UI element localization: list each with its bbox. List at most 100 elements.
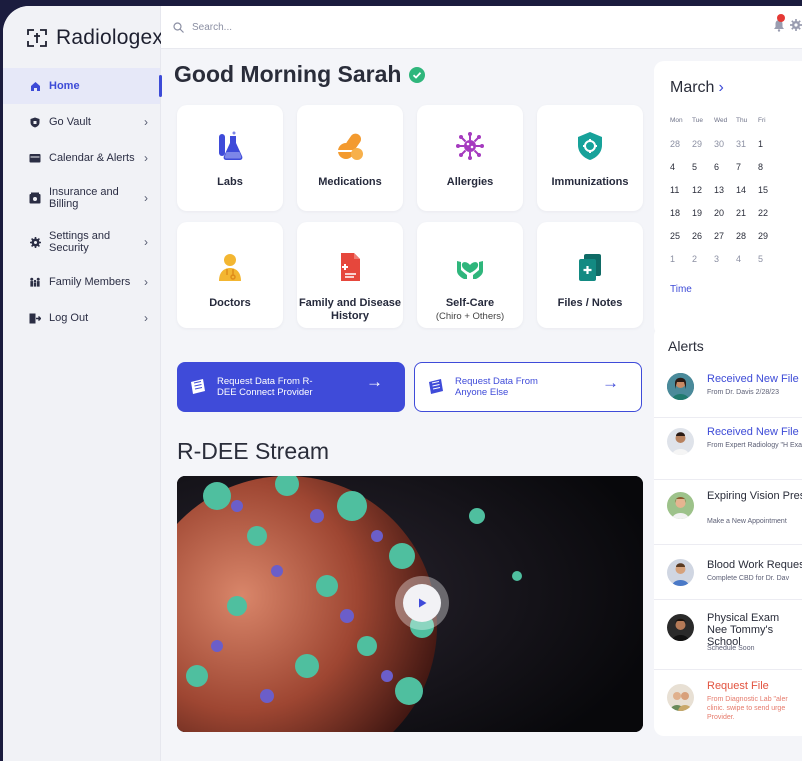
alert-title: Expiring Vision Pres 32 days. xyxy=(707,490,802,502)
calendar-day[interactable]: 22 xyxy=(758,208,780,218)
week-row: 18 19 20 21 22 xyxy=(670,201,780,224)
calendar-day[interactable]: 28 xyxy=(670,139,692,149)
sidebar-item-go-vault[interactable]: Go Vault › xyxy=(3,104,160,140)
calendar-day[interactable]: 20 xyxy=(714,208,736,218)
card-medications[interactable]: Medications xyxy=(297,105,403,211)
card-doctors[interactable]: Doctors xyxy=(177,222,283,328)
calendar-day[interactable]: 11 xyxy=(670,185,692,195)
calendar-day[interactable]: 18 xyxy=(670,208,692,218)
card-title: Doctors xyxy=(209,297,251,309)
alert-item[interactable]: Received New File From Dr. Davis 2/28/23 xyxy=(654,361,802,418)
calendar-day[interactable]: 3 xyxy=(714,254,736,264)
card-title: Immunizations xyxy=(551,176,629,188)
sidebar-item-insurance[interactable]: Insurance and Billing › xyxy=(3,176,160,220)
chevron-right-icon: › xyxy=(144,191,148,205)
calendar-day[interactable]: 13 xyxy=(714,185,736,195)
arrow-right-icon: → xyxy=(602,373,619,392)
play-button[interactable] xyxy=(395,576,449,630)
calendar-grid: Mon Tue Wed Thu Fri 28 29 30 31 1 4 5 6 … xyxy=(670,109,780,270)
video-player[interactable] xyxy=(177,476,643,732)
allergy-icon xyxy=(453,129,487,163)
sidebar-item-home[interactable]: Home xyxy=(3,68,162,104)
card-self-care[interactable]: Self-Care (Chiro + Others) xyxy=(417,222,523,328)
calendar-day[interactable]: 29 xyxy=(692,139,714,149)
card-family-history[interactable]: Family and Disease History xyxy=(297,222,403,328)
calendar-day[interactable]: 2 xyxy=(692,254,714,264)
calendar-day[interactable]: 29 xyxy=(758,231,780,241)
calendar-day[interactable]: 4 xyxy=(670,162,692,172)
calendar-day[interactable]: 1 xyxy=(670,254,692,264)
avatar xyxy=(667,428,694,455)
alert-title: Received New File xyxy=(707,426,799,438)
calendar-day[interactable]: 8 xyxy=(758,162,780,172)
calendar-day[interactable]: 7 xyxy=(736,162,758,172)
weekday-label: Fri xyxy=(758,117,766,124)
avatar xyxy=(667,614,694,641)
week-row: 4 5 6 7 8 xyxy=(670,155,780,178)
request-rdee-provider-button[interactable]: Request Data From R-DEE Connect Provider… xyxy=(177,362,405,412)
calendar-day[interactable]: 19 xyxy=(692,208,714,218)
calendar-day[interactable]: 28 xyxy=(736,231,758,241)
calendar-day[interactable]: 26 xyxy=(692,231,714,241)
gear-icon xyxy=(29,236,41,248)
document-stack-icon xyxy=(191,379,205,394)
calendar-day[interactable]: 12 xyxy=(692,185,714,195)
calendar-day[interactable]: 21 xyxy=(736,208,758,218)
card-immunizations[interactable]: Immunizations xyxy=(537,105,643,211)
alert-item[interactable]: Received New File From Expert Radiology … xyxy=(654,418,802,480)
alerts-title: Alerts xyxy=(668,338,704,354)
sidebar-item-logout[interactable]: Log Out › xyxy=(3,300,160,336)
calendar-month[interactable]: March › xyxy=(670,79,724,97)
card-title: Labs xyxy=(217,176,243,188)
alert-subtitle: From Dr. Davis 2/28/23 xyxy=(707,389,779,396)
calendar-icon xyxy=(29,152,41,164)
alert-item[interactable]: Expiring Vision Pres 32 days. Make a New… xyxy=(654,480,802,545)
weekday-row: Mon Tue Wed Thu Fri xyxy=(670,109,780,132)
alert-subtitle: Make a New Appointment xyxy=(707,518,787,525)
settings-gear-icon[interactable] xyxy=(790,19,802,31)
alert-item[interactable]: Physical Exam Nee Tommy's School Schedul… xyxy=(654,600,802,670)
chevron-right-icon: › xyxy=(144,275,148,289)
calendar-day[interactable]: 25 xyxy=(670,231,692,241)
alert-item[interactable]: Request File From Diagnostic Lab "aler c… xyxy=(654,670,802,736)
sidebar-item-settings[interactable]: Settings and Security › xyxy=(3,220,160,264)
notification-badge xyxy=(777,14,785,22)
chevron-right-icon: › xyxy=(718,79,724,96)
card-title: Allergies xyxy=(446,176,494,188)
week-row: 25 26 27 28 29 xyxy=(670,224,780,247)
calendar-day[interactable]: 14 xyxy=(736,185,758,195)
logo[interactable]: Radiologex xyxy=(26,26,163,50)
time-link[interactable]: Time xyxy=(670,284,692,295)
avatar xyxy=(667,492,694,519)
card-labs[interactable]: Labs xyxy=(177,105,283,211)
card-title: Family and Disease History xyxy=(298,297,402,322)
calendar-day[interactable]: 27 xyxy=(714,231,736,241)
notification-button[interactable] xyxy=(772,14,786,32)
card-files-notes[interactable]: Files / Notes xyxy=(537,222,643,328)
alert-item[interactable]: Blood Work Reques Complete CBD for Dr. D… xyxy=(654,545,802,600)
labs-icon xyxy=(213,129,247,163)
greeting-text: Good Morning Sarah xyxy=(174,61,402,87)
weekday-label: Thu xyxy=(736,117,748,124)
calendar-day[interactable]: 1 xyxy=(758,139,780,149)
search-bar xyxy=(173,21,374,34)
stream-title: R-DEE Stream xyxy=(177,438,330,464)
alert-title: Blood Work Reques xyxy=(707,559,802,571)
calendar-day[interactable]: 5 xyxy=(758,254,780,264)
calendar-day[interactable]: 30 xyxy=(714,139,736,149)
chevron-right-icon: › xyxy=(144,235,148,249)
chevron-right-icon: › xyxy=(144,311,148,325)
search-input[interactable] xyxy=(190,21,374,34)
chevron-right-icon: › xyxy=(144,115,148,129)
card-allergies[interactable]: Allergies xyxy=(417,105,523,211)
calendar-day[interactable]: 31 xyxy=(736,139,758,149)
calendar-day[interactable]: 5 xyxy=(692,162,714,172)
calendar-day[interactable]: 6 xyxy=(714,162,736,172)
sidebar-item-family[interactable]: Family Members › xyxy=(3,264,160,300)
alert-subtitle: From Expert Radiology "H Exam" xyxy=(707,442,802,449)
calendar-day[interactable]: 4 xyxy=(736,254,758,264)
files-icon xyxy=(573,250,607,284)
sidebar-item-calendar[interactable]: Calendar & Alerts › xyxy=(3,140,160,176)
calendar-day[interactable]: 15 xyxy=(758,185,780,195)
request-anyone-button[interactable]: Request Data From Anyone Else → xyxy=(414,362,642,412)
